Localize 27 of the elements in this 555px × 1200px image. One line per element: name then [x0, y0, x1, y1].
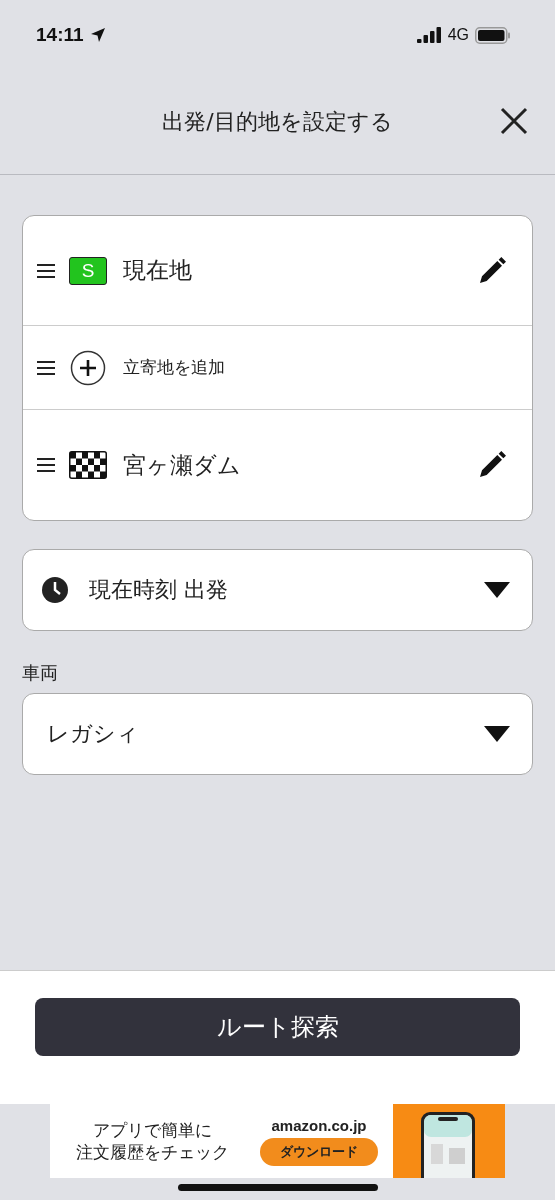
clock-icon [41, 576, 69, 604]
location-arrow-icon [89, 27, 106, 43]
ad-headline: 注文履歴をチェック [76, 1141, 229, 1163]
add-waypoint-label[interactable]: 立寄地を追加 [123, 356, 508, 379]
drag-handle-icon[interactable] [37, 458, 55, 472]
place-name: 宮ヶ瀬ダム [123, 450, 242, 480]
caret-icon [484, 582, 510, 598]
brand-logo: amazon.co.jp [271, 1116, 367, 1134]
network-label: 4G [447, 26, 469, 44]
start-badge: S [69, 256, 107, 285]
status-time: 14:11 [36, 24, 84, 46]
departure-dropdown[interactable]: 現在時刻 出発 [22, 549, 533, 631]
checkered-flag-icon [69, 451, 107, 479]
ad-headline: アプリで簡単に [93, 1119, 212, 1141]
download-button[interactable]: ダウンロード [260, 1137, 378, 1166]
place-name: 現在地 [123, 256, 193, 285]
drag-handle-icon[interactable] [37, 263, 55, 278]
drag-handle-icon[interactable] [37, 360, 55, 375]
route-search-button[interactable]: ルート探索 [35, 998, 520, 1056]
vehicle-dropdown[interactable]: レガシィ [22, 693, 533, 775]
battery-icon [475, 26, 511, 44]
add-icon [70, 349, 106, 386]
caret-icon [484, 726, 510, 742]
ad-banner[interactable]: アプリで簡単に 注文履歴をチェック amazon.co.jp ダウンロード [50, 1104, 505, 1178]
screen-title: 出発/目的地を設定する [162, 108, 393, 136]
signal-icon [416, 27, 442, 43]
vehicle-label: 車両 [22, 661, 59, 685]
